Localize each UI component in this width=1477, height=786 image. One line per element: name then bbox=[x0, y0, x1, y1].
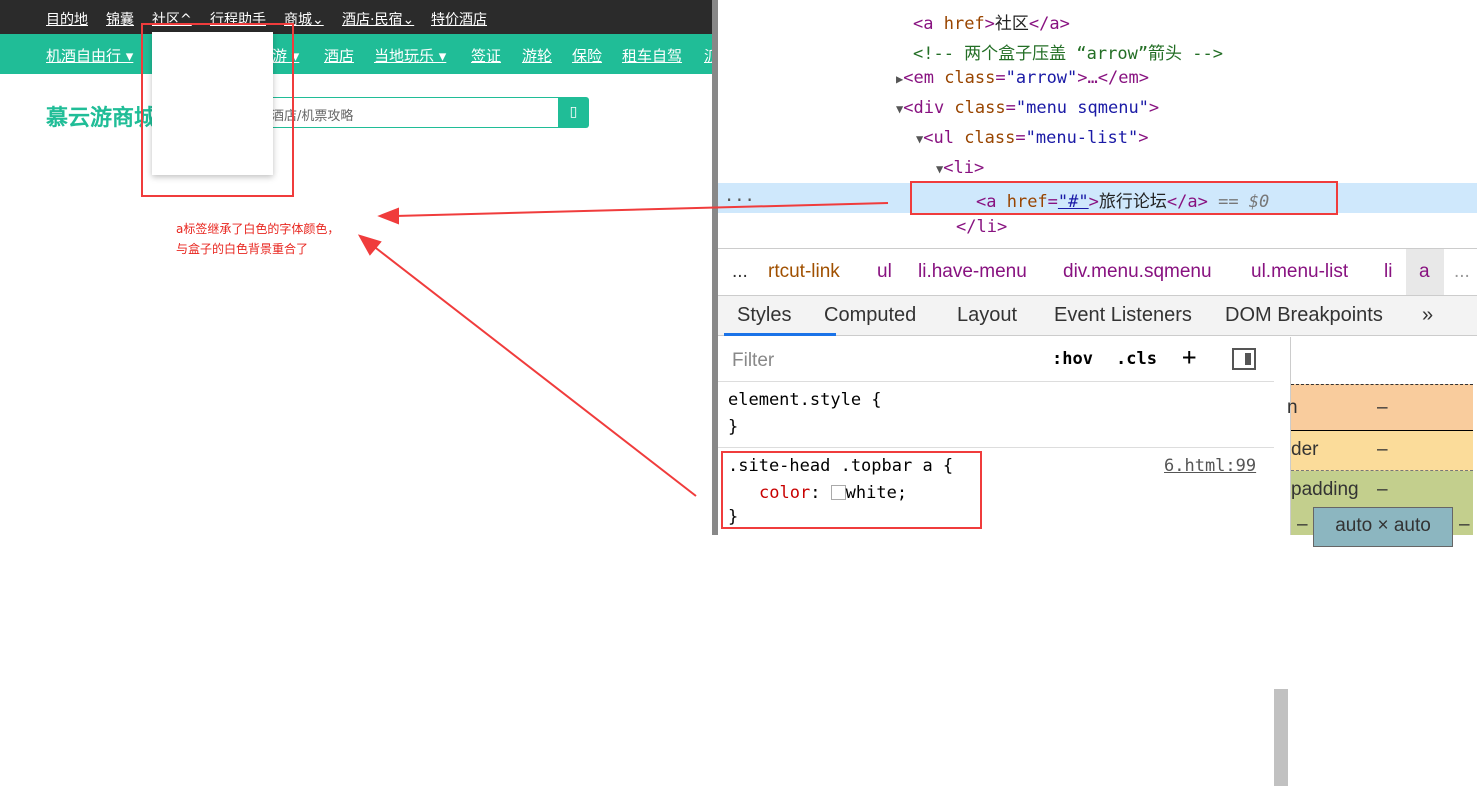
scrollbar[interactable] bbox=[1274, 689, 1288, 786]
arrow-line bbox=[394, 202, 889, 217]
annotation-arrows bbox=[357, 202, 889, 497]
arrow-line bbox=[371, 244, 697, 497]
arrow-head bbox=[377, 207, 399, 225]
arrow-head bbox=[357, 234, 382, 256]
